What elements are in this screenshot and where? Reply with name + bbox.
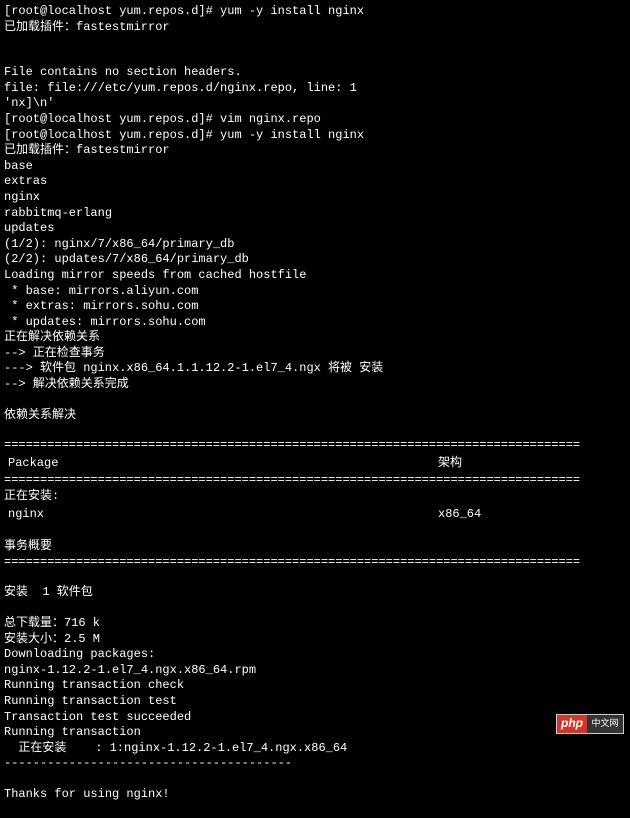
- terminal-line: 已加载插件：fastestmirror: [4, 20, 626, 36]
- terminal-line: * updates: mirrors.sohu.com: [4, 315, 626, 331]
- terminal-line: --> 解决依赖关系完成: [4, 377, 626, 393]
- terminal-line: 依赖关系解决: [4, 408, 626, 424]
- terminal-line: 正在解决依赖关系: [4, 330, 626, 346]
- terminal-line: [4, 601, 626, 616]
- terminal-line: 已加载插件：fastestmirror: [4, 143, 626, 159]
- terminal-line: nginx: [4, 190, 626, 206]
- terminal-line: [4, 50, 626, 65]
- terminal-line: 安装大小：2.5 M: [4, 632, 626, 648]
- divider-summary: ========================================…: [4, 555, 626, 571]
- terminal-line: Downloading packages:: [4, 647, 626, 663]
- terminal-line: [4, 393, 626, 408]
- terminal-line: * extras: mirrors.sohu.com: [4, 299, 626, 315]
- terminal-line: (2/2): updates/7/x86_64/primary_db: [4, 252, 626, 268]
- terminal-line: ----------------------------------------: [4, 756, 626, 772]
- terminal-output: [root@localhost yum.repos.d]# yum -y ins…: [4, 4, 626, 438]
- terminal-line: Running transaction test: [4, 694, 626, 710]
- terminal-line: updates: [4, 221, 626, 237]
- php-logo-widget: php 中文网: [556, 714, 624, 734]
- table-header: Package 架构: [4, 454, 626, 474]
- terminal-line: (1/2): nginx/7/x86_64/primary_db: [4, 237, 626, 253]
- terminal-line: [4, 772, 626, 787]
- row-arch: x86_64: [438, 507, 481, 523]
- terminal-line: 安装 1 软件包: [4, 585, 626, 601]
- terminal-line: Running transaction: [4, 725, 626, 741]
- terminal-line: base: [4, 159, 626, 175]
- terminal-line: 事务概要: [4, 539, 626, 555]
- terminal-line: [4, 803, 626, 818]
- installing-label: 正在安装:: [4, 489, 626, 505]
- terminal-line: [root@localhost yum.repos.d]# yum -y ins…: [4, 128, 626, 144]
- header-package: Package: [8, 456, 438, 472]
- terminal-line: File contains no section headers.: [4, 65, 626, 81]
- terminal-line: rabbitmq-erlang: [4, 206, 626, 222]
- terminal-line: ---> 软件包 nginx.x86_64.1.1.12.2-1.el7_4.n…: [4, 361, 626, 377]
- row-package: nginx: [8, 507, 438, 523]
- terminal-line: nginx-1.12.2-1.el7_4.ngx.x86_64.rpm: [4, 663, 626, 679]
- terminal-line: Loading mirror speeds from cached hostfi…: [4, 268, 626, 284]
- terminal-line: [4, 35, 626, 50]
- terminal-line: file: file:///etc/yum.repos.d/nginx.repo…: [4, 81, 626, 97]
- terminal-line: [root@localhost yum.repos.d]# vim nginx.…: [4, 112, 626, 128]
- summary-output: 事务概要: [4, 524, 626, 555]
- terminal-line: [4, 524, 626, 539]
- terminal-line: * base: mirrors.aliyun.com: [4, 284, 626, 300]
- terminal-line: Thanks for using nginx!: [4, 787, 626, 803]
- logo-cn-text: 中文网: [587, 715, 623, 733]
- terminal-line: 正在安装 : 1:nginx-1.12.2-1.el7_4.ngx.x86_64: [4, 741, 626, 757]
- terminal-line: --> 正在检查事务: [4, 346, 626, 362]
- header-arch: 架构: [438, 456, 462, 472]
- terminal-line: [root@localhost yum.repos.d]# yum -y ins…: [4, 4, 626, 20]
- terminal-line: Running transaction check: [4, 678, 626, 694]
- divider-top: ========================================…: [4, 438, 626, 454]
- logo-php-text: php: [557, 715, 587, 733]
- table-row: nginx x86_64: [4, 505, 626, 525]
- divider-mid: ========================================…: [4, 473, 626, 489]
- terminal-line: Transaction test succeeded: [4, 710, 626, 726]
- terminal-line: extras: [4, 174, 626, 190]
- terminal-line: [4, 423, 626, 438]
- terminal-line: [4, 570, 626, 585]
- terminal-line: 'nx]\n': [4, 96, 626, 112]
- terminal-line: 总下载量：716 k: [4, 616, 626, 632]
- install-output: 安装 1 软件包总下载量：716 k安装大小：2.5 MDownloading …: [4, 570, 626, 817]
